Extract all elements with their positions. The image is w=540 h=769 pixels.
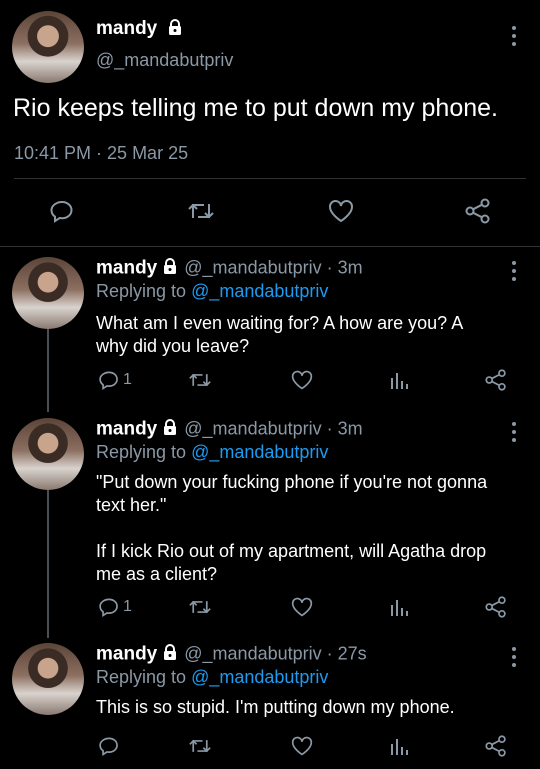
separator: ·	[321, 257, 338, 278]
reply-count: 1	[123, 371, 132, 388]
speech-bubble-icon	[50, 200, 73, 223]
share-icon	[485, 369, 506, 391]
replying-prefix: Replying to	[96, 667, 187, 687]
bar-chart-icon	[391, 373, 408, 389]
separator: ·	[321, 643, 338, 664]
reply-count: 1	[123, 598, 132, 615]
share-button[interactable]	[484, 369, 508, 391]
author-name[interactable]: mandy	[96, 643, 157, 664]
body-line: What am I even waiting for? A how are yo…	[96, 313, 464, 333]
retweet-button[interactable]	[188, 369, 212, 391]
body-line: text her."	[96, 495, 167, 515]
reply-button[interactable]	[98, 735, 120, 757]
like-button[interactable]	[290, 369, 314, 391]
author-name[interactable]: mandy	[96, 257, 157, 278]
lock-icon	[166, 18, 184, 41]
replying-to-link[interactable]: @_mandabutpriv	[191, 281, 328, 301]
heart-icon	[291, 597, 313, 617]
analytics-button[interactable]	[388, 369, 410, 391]
separator: ·	[321, 418, 338, 439]
share-button[interactable]	[484, 735, 508, 757]
lock-icon	[161, 257, 179, 280]
tweet-timestamp[interactable]: 10:41 PM · 25 Mar 25	[14, 143, 188, 164]
avatar[interactable]	[12, 257, 84, 329]
author-handle[interactable]: @_mandabutpriv	[184, 257, 321, 277]
reply-tweet: mandy @_mandabutpriv · 27s Replying to @…	[0, 643, 540, 769]
heart-icon	[291, 370, 313, 390]
replying-to-link[interactable]: @_mandabutpriv	[191, 667, 328, 687]
replying-prefix: Replying to	[96, 281, 187, 301]
retweet-icon	[188, 203, 214, 219]
speech-bubble-icon	[99, 371, 118, 391]
replying-to: Replying to @_mandabutpriv	[96, 442, 328, 463]
reply-body: "Put down your fucking phone if you're n…	[96, 471, 526, 586]
author-row: mandy	[96, 18, 184, 41]
retweet-button[interactable]	[187, 198, 215, 224]
like-button[interactable]	[290, 735, 314, 757]
body-line	[96, 517, 526, 540]
speech-bubble-icon	[99, 598, 118, 618]
share-button[interactable]	[464, 198, 492, 224]
retweet-icon	[189, 600, 211, 614]
avatar[interactable]	[12, 643, 84, 715]
heart-icon	[329, 200, 353, 223]
divider	[0, 246, 540, 247]
retweet-icon	[189, 373, 211, 387]
reply-body: This is so stupid. I'm putting down my p…	[96, 696, 526, 719]
reply-time[interactable]: 27s	[338, 643, 367, 663]
more-options-icon[interactable]	[506, 420, 522, 444]
reply-time[interactable]: 3m	[338, 418, 363, 438]
retweet-button[interactable]	[188, 596, 212, 618]
analytics-button[interactable]	[388, 735, 410, 757]
reply-tweet: mandy @_mandabutpriv · 3m Replying to @_…	[0, 257, 540, 407]
replying-to: Replying to @_mandabutpriv	[96, 667, 328, 688]
bar-chart-icon	[391, 739, 408, 755]
bar-chart-icon	[391, 600, 408, 616]
replying-to: Replying to @_mandabutpriv	[96, 281, 328, 302]
lock-icon	[161, 418, 179, 441]
body-line: This is so stupid. I'm putting down my p…	[96, 697, 455, 717]
reply-header: mandy @_mandabutpriv · 27s	[96, 643, 367, 666]
replying-prefix: Replying to	[96, 442, 187, 462]
author-name[interactable]: mandy	[96, 18, 157, 39]
like-button[interactable]	[327, 198, 355, 224]
more-options-icon[interactable]	[506, 645, 522, 669]
author-name[interactable]: mandy	[96, 418, 157, 439]
author-handle[interactable]: @_mandabutpriv	[184, 418, 321, 438]
share-icon	[485, 596, 506, 618]
reply-tweet: mandy @_mandabutpriv · 3m Replying to @_…	[0, 418, 540, 628]
body-line: If I kick Rio out of my apartment, will …	[96, 541, 487, 561]
retweet-icon	[189, 739, 211, 753]
avatar[interactable]	[12, 11, 84, 83]
body-line: "Put down your fucking phone if you're n…	[96, 472, 488, 492]
reply-header: mandy @_mandabutpriv · 3m	[96, 257, 363, 280]
divider	[14, 178, 526, 179]
reply-time[interactable]: 3m	[338, 257, 363, 277]
replying-to-link[interactable]: @_mandabutpriv	[191, 442, 328, 462]
tweet-text: Rio keeps telling me to put down my phon…	[13, 94, 498, 122]
body-line: why did you leave?	[96, 336, 250, 356]
share-icon	[485, 735, 506, 757]
reply-header: mandy @_mandabutpriv · 3m	[96, 418, 363, 441]
avatar[interactable]	[12, 418, 84, 490]
author-handle[interactable]: @_mandabutpriv	[96, 50, 233, 71]
share-icon	[465, 198, 490, 224]
body-line: me as a client?	[96, 564, 218, 584]
heart-icon	[291, 736, 313, 756]
reply-button[interactable]: 1	[98, 369, 132, 391]
speech-bubble-icon	[99, 737, 118, 757]
lock-icon	[161, 643, 179, 666]
more-options-icon[interactable]	[506, 259, 522, 283]
like-button[interactable]	[290, 596, 314, 618]
reply-button[interactable]	[49, 198, 75, 224]
reply-button[interactable]: 1	[98, 596, 132, 618]
share-button[interactable]	[484, 596, 508, 618]
main-tweet: mandy @_mandabutpriv Rio keeps telling m…	[0, 0, 540, 246]
analytics-button[interactable]	[388, 596, 410, 618]
reply-body: What am I even waiting for? A how are yo…	[96, 312, 526, 358]
author-handle[interactable]: @_mandabutpriv	[184, 643, 321, 663]
more-options-icon[interactable]	[506, 24, 522, 48]
retweet-button[interactable]	[188, 735, 212, 757]
